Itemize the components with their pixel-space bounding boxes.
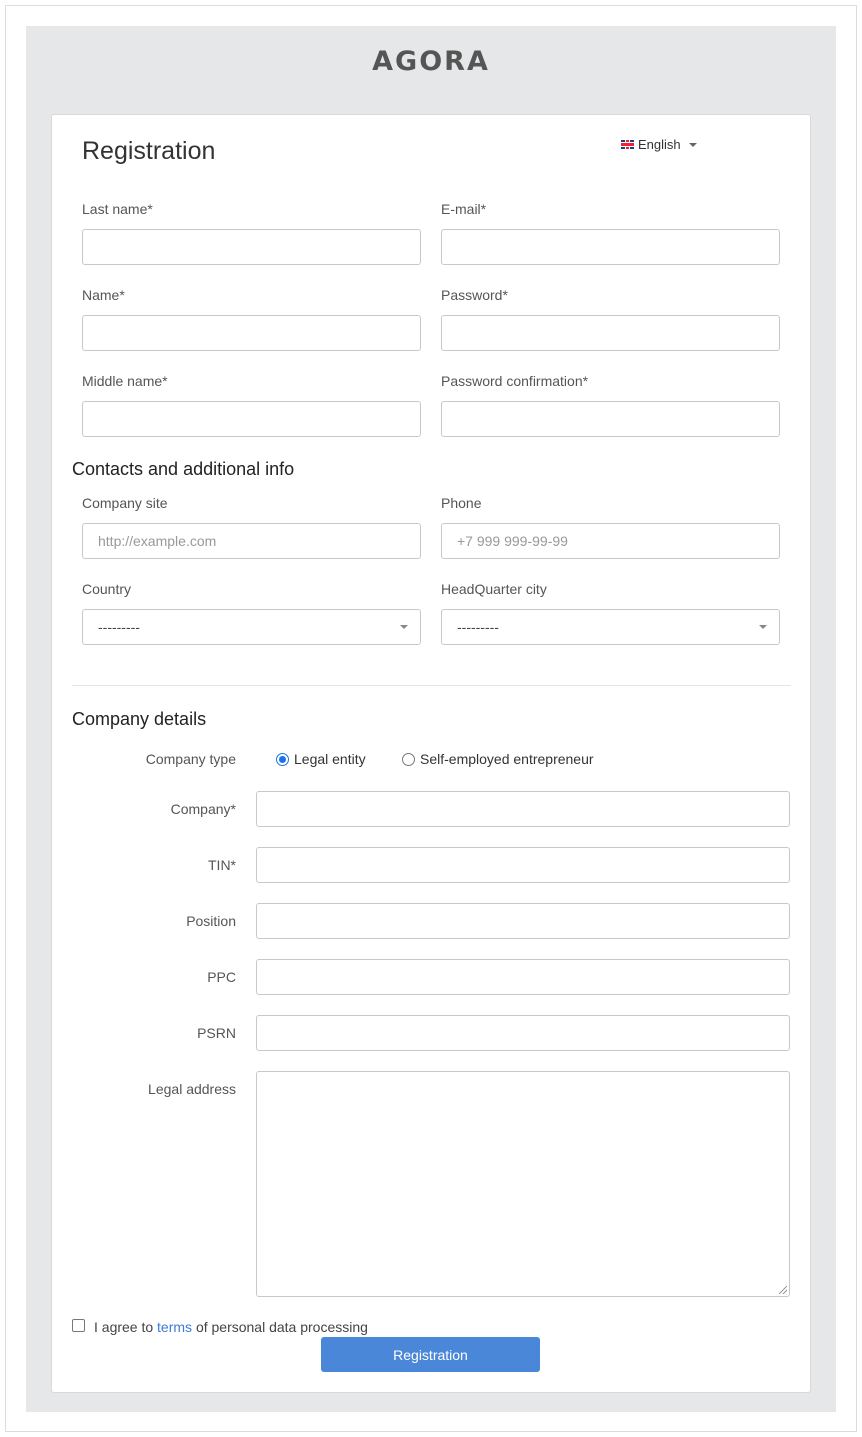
email-input[interactable]	[441, 229, 780, 265]
company-heading: Company details	[72, 709, 207, 729]
agree-text: I agree to terms of personal data proces…	[94, 1319, 368, 1335]
city-label: HeadQuarter city	[441, 581, 547, 597]
company-input[interactable]	[256, 791, 790, 827]
legal-address-label: Legal address	[148, 1081, 236, 1097]
uk-flag-icon	[621, 140, 634, 149]
psrn-label: PSRN	[197, 1025, 236, 1041]
legal-entity-radio[interactable]	[276, 753, 289, 766]
company-label: Company*	[170, 801, 236, 817]
email-label: E-mail*	[441, 201, 487, 217]
city-value: ---------	[457, 619, 499, 635]
resize-grip-icon[interactable]	[779, 1286, 787, 1294]
country-label: Country	[82, 581, 132, 597]
terms-link[interactable]: terms	[157, 1319, 192, 1335]
country-value: ---------	[98, 619, 140, 635]
chevron-down-icon	[759, 625, 767, 629]
company-site-input[interactable]: http://example.com	[82, 523, 421, 559]
chevron-down-icon	[400, 625, 408, 629]
phone-input[interactable]: +7 999 999-99-99	[441, 523, 780, 559]
registration-button[interactable]: Registration	[321, 1337, 540, 1372]
tin-label: TIN*	[208, 857, 236, 873]
name-label: Name*	[82, 287, 125, 303]
tin-input[interactable]	[256, 847, 790, 883]
agora-logo: AGORA	[372, 46, 490, 77]
middle-name-label: Middle name*	[82, 373, 168, 389]
legal-address-textarea[interactable]	[256, 1071, 790, 1297]
self-employed-label[interactable]: Self-employed entrepreneur	[420, 751, 594, 767]
page-title: Registration	[82, 137, 216, 165]
password-confirm-label: Password confirmation*	[441, 373, 589, 389]
psrn-input[interactable]	[256, 1015, 790, 1051]
agree-suffix: of personal data processing	[195, 1319, 368, 1335]
position-input[interactable]	[256, 903, 790, 939]
registration-card: Registration English Last name* E-mail* …	[51, 114, 811, 1393]
language-label: English	[638, 137, 681, 152]
middle-name-input[interactable]	[82, 401, 421, 437]
section-divider	[72, 685, 791, 686]
city-select[interactable]: ---------	[441, 609, 780, 645]
company-type-label: Company type	[145, 751, 236, 767]
password-confirm-input[interactable]	[441, 401, 780, 437]
language-selector[interactable]: English	[621, 137, 697, 152]
legal-entity-label[interactable]: Legal entity	[294, 751, 366, 767]
agree-prefix: I agree to	[94, 1319, 154, 1335]
company-site-placeholder: http://example.com	[98, 533, 217, 549]
ppc-label: PPC	[207, 969, 236, 985]
contacts-heading: Contacts and additional info	[72, 459, 295, 479]
agree-checkbox[interactable]	[72, 1319, 85, 1332]
last-name-label: Last name*	[82, 201, 153, 217]
last-name-input[interactable]	[82, 229, 421, 265]
self-employed-radio[interactable]	[402, 753, 415, 766]
chevron-down-icon	[688, 142, 697, 147]
position-label: Position	[186, 913, 236, 929]
name-input[interactable]	[82, 315, 421, 351]
password-input[interactable]	[441, 315, 780, 351]
ppc-input[interactable]	[256, 959, 790, 995]
password-label: Password*	[441, 287, 508, 303]
company-site-label: Company site	[82, 495, 168, 511]
phone-placeholder: +7 999 999-99-99	[457, 533, 568, 549]
country-select[interactable]: ---------	[82, 609, 421, 645]
phone-label: Phone	[441, 495, 482, 511]
